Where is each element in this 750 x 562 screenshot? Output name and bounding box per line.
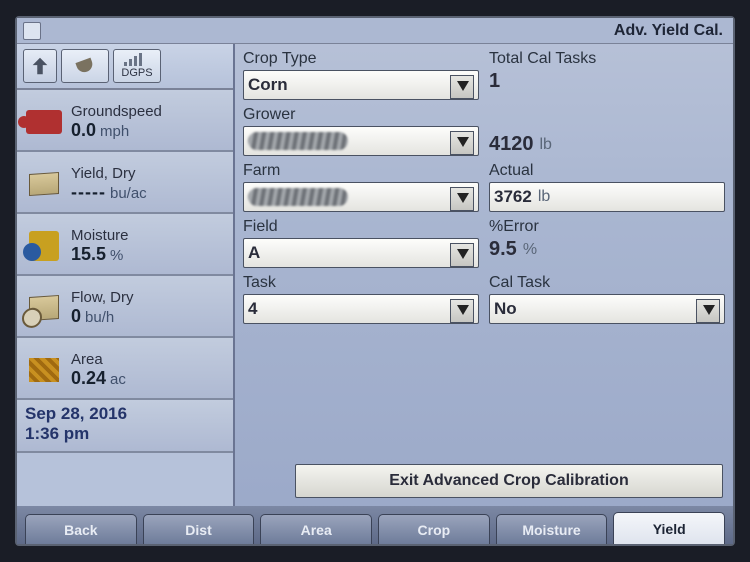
cal-task-label: Cal Task [489, 274, 725, 292]
timestamp-time: 1:36 pm [25, 424, 225, 444]
grower-select[interactable] [243, 126, 479, 156]
dgps-label: DGPS [121, 67, 152, 79]
bottom-tabs: Back Dist Area Crop Moisture Yield [17, 506, 733, 544]
crop-type-value: Corn [248, 75, 288, 95]
page-title: Adv. Yield Cal. [614, 22, 727, 40]
task-label: Task [243, 274, 479, 292]
yield-unit: bu/ac [110, 185, 147, 202]
cal-task-value: No [494, 299, 517, 319]
crop-type-select[interactable]: Corn [243, 70, 479, 100]
moisture-icon [29, 231, 59, 261]
farm-label: Farm [243, 162, 479, 180]
metric-yield: Yield, Dry -----bu/ac [17, 152, 233, 214]
nav-tile-satellite[interactable] [61, 49, 109, 83]
arrow-up-icon [29, 55, 51, 77]
nav-up-button[interactable] [23, 49, 57, 83]
area-value: 0.24 [71, 368, 106, 388]
grower-value-redacted [248, 132, 348, 150]
flow-label: Flow, Dry [71, 289, 227, 306]
total-cal-tasks-value-box: 1 [489, 70, 725, 93]
metric-flow: Flow, Dry 0bu/h [17, 276, 233, 338]
moisture-label: Moisture [71, 227, 227, 244]
task-select[interactable]: 4 [243, 294, 479, 324]
exit-calibration-label: Exit Advanced Crop Calibration [389, 472, 628, 490]
field-select[interactable]: A [243, 238, 479, 268]
tab-yield[interactable]: Yield [613, 512, 725, 544]
crop-type-label: Crop Type [243, 50, 479, 68]
farm-value-redacted [248, 188, 348, 206]
dgps-bars-icon [123, 53, 151, 67]
metric-groundspeed: Groundspeed 0.0mph [17, 90, 233, 152]
metric-moisture: Moisture 15.5% [17, 214, 233, 276]
pct-error-label: %Error [489, 218, 725, 236]
farm-select[interactable] [243, 182, 479, 212]
total-cal-tasks-value: 1 [489, 70, 500, 93]
flow-icon [29, 295, 59, 321]
actual-field[interactable]: 3762 lb [489, 182, 725, 212]
device-screen: Adv. Yield Cal. DGPS [15, 16, 735, 546]
field-label: Field [243, 218, 479, 236]
cal-task-select[interactable]: No [489, 294, 725, 324]
sidebar: DGPS Groundspeed 0.0mph Yield, Dry -----… [17, 44, 235, 506]
grain-bin-icon [29, 172, 59, 196]
area-unit: ac [110, 371, 126, 388]
satellite-dish-icon [75, 58, 94, 75]
actual-unit: lb [538, 188, 550, 206]
tab-area[interactable]: Area [260, 514, 372, 544]
combine-icon [26, 110, 62, 134]
timestamp: Sep 28, 2016 1:36 pm [17, 400, 233, 453]
pct-error-value: 9.5 [489, 238, 517, 261]
moisture-value: 15.5 [71, 244, 106, 264]
yield-label: Yield, Dry [71, 165, 227, 182]
tab-crop[interactable]: Crop [378, 514, 490, 544]
flow-unit: bu/h [85, 309, 114, 326]
groundspeed-label: Groundspeed [71, 103, 227, 120]
cal-weight-value: 4120 [489, 133, 534, 156]
cal-weight-unit: lb [540, 136, 552, 154]
pct-error-unit: % [523, 241, 537, 259]
cal-weight-box: 4120 lb [489, 133, 725, 156]
timestamp-date: Sep 28, 2016 [25, 404, 225, 424]
tab-moisture[interactable]: Moisture [496, 514, 608, 544]
nav-tile-dgps[interactable]: DGPS [113, 49, 161, 83]
field-value: A [248, 243, 260, 263]
metric-area: Area 0.24ac [17, 338, 233, 400]
flow-value: 0 [71, 306, 81, 326]
exit-calibration-button[interactable]: Exit Advanced Crop Calibration [295, 464, 723, 498]
titlebar-tool-icon[interactable] [23, 22, 41, 40]
actual-label: Actual [489, 162, 725, 180]
form-area: Crop Type Corn Total Cal Tasks 1 Grower [235, 44, 733, 506]
groundspeed-value: 0.0 [71, 120, 96, 140]
pct-error-box: 9.5 % [489, 238, 725, 261]
actual-value: 3762 [494, 187, 532, 207]
task-value: 4 [248, 299, 257, 319]
area-icon [29, 358, 59, 382]
nav-row: DGPS [17, 44, 233, 90]
tab-dist[interactable]: Dist [143, 514, 255, 544]
titlebar: Adv. Yield Cal. [17, 18, 733, 44]
groundspeed-unit: mph [100, 123, 129, 140]
moisture-unit: % [110, 247, 123, 264]
yield-value: ----- [71, 182, 106, 202]
area-label: Area [71, 351, 227, 368]
grower-label: Grower [243, 106, 479, 124]
tab-back[interactable]: Back [25, 514, 137, 544]
total-cal-tasks-label: Total Cal Tasks [489, 50, 725, 68]
